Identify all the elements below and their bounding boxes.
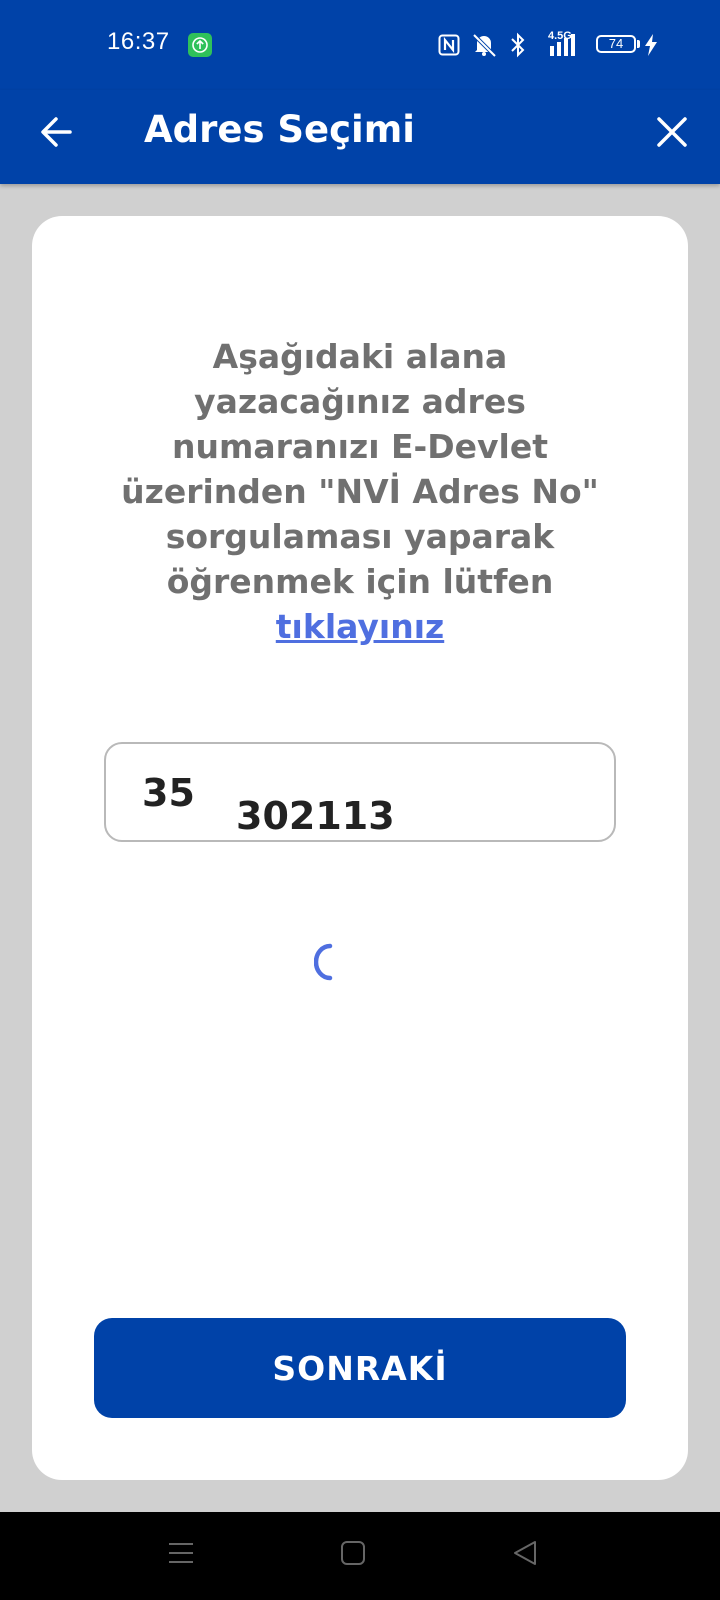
- next-button[interactable]: SONRAKİ: [94, 1318, 626, 1418]
- system-nav-bar: [0, 1512, 720, 1600]
- bluetooth-icon: [511, 32, 525, 58]
- status-bar: 16:37 4.5G 74: [0, 0, 720, 90]
- info-text: Aşağıdaki alana yazacağınız adres numara…: [121, 337, 599, 601]
- address-input-rolling-value: 302113: [236, 794, 395, 838]
- battery-icon: 74: [596, 35, 636, 53]
- page-title: Adres Seçimi: [144, 108, 415, 151]
- close-button[interactable]: [650, 110, 694, 154]
- app-bar: Adres Seçimi: [0, 90, 720, 184]
- address-input-value: 35: [142, 771, 195, 815]
- mute-icon: [472, 33, 497, 58]
- info-link[interactable]: tıklayınız: [118, 604, 602, 649]
- close-icon: [657, 117, 687, 147]
- back-triangle-icon[interactable]: [512, 1540, 538, 1566]
- address-number-input[interactable]: 35 302113: [104, 742, 616, 842]
- info-text-block: Aşağıdaki alana yazacağınız adres numara…: [118, 334, 602, 649]
- arrow-left-icon: [41, 117, 72, 147]
- address-input-rolling: 302113: [236, 744, 436, 840]
- content-card: Aşağıdaki alana yazacağınız adres numara…: [32, 216, 688, 1480]
- battery-tip: [637, 40, 640, 48]
- status-time: 16:37: [107, 28, 170, 55]
- menu-icon[interactable]: [168, 1540, 194, 1566]
- nfc-icon: [438, 34, 460, 56]
- loading-spinner-icon: [314, 943, 333, 981]
- back-button[interactable]: [36, 110, 80, 154]
- upload-app-icon: [188, 33, 212, 57]
- home-icon[interactable]: [340, 1540, 366, 1566]
- charging-icon: [645, 34, 657, 56]
- signal-icon: [550, 34, 575, 56]
